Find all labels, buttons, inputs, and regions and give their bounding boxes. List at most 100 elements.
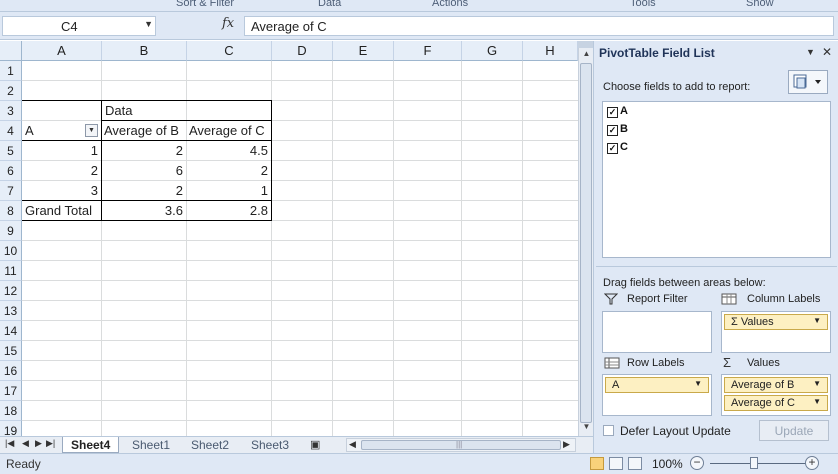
row-header-3[interactable]: 3 xyxy=(0,101,22,121)
column-labels-area[interactable]: Σ Values ▼ xyxy=(721,311,831,353)
checkbox-unchecked-icon[interactable] xyxy=(603,425,614,436)
normal-view-icon[interactable] xyxy=(590,457,604,470)
checkbox-checked-icon[interactable]: ✓ xyxy=(607,107,618,118)
select-all-corner[interactable] xyxy=(0,41,22,61)
row-header-14[interactable]: 14 xyxy=(0,321,22,341)
row-header-10[interactable]: 10 xyxy=(0,241,22,261)
row-header-2[interactable]: 2 xyxy=(0,81,22,101)
pivot-col-header-b[interactable]: Average of B xyxy=(101,121,186,141)
field-layout-button[interactable] xyxy=(788,70,828,94)
pivot-cell-b7[interactable]: 2 xyxy=(101,181,186,201)
row-labels-area[interactable]: A ▼ xyxy=(602,374,712,416)
row-header-19[interactable]: 19 xyxy=(0,421,22,436)
first-sheet-icon[interactable]: |◀ xyxy=(5,438,14,449)
checkbox-checked-icon[interactable]: ✓ xyxy=(607,125,618,136)
row-header-8[interactable]: 8 xyxy=(0,201,22,221)
row-header-15[interactable]: 15 xyxy=(0,341,22,361)
last-sheet-icon[interactable]: ▶| xyxy=(46,438,55,449)
field-item-b[interactable]: ✓ B xyxy=(607,123,628,136)
row-header-6[interactable]: 6 xyxy=(0,161,22,181)
scroll-down-icon[interactable]: ▼ xyxy=(581,422,592,434)
values-area[interactable]: Average of B ▼ Average of C ▼ xyxy=(721,374,831,416)
formula-buttons: fx xyxy=(162,16,242,36)
scroll-up-icon[interactable]: ▲ xyxy=(581,49,592,61)
row-header-16[interactable]: 16 xyxy=(0,361,22,381)
col-header-f[interactable]: F xyxy=(394,41,462,61)
pivot-grand-total-b[interactable]: 3.6 xyxy=(101,201,186,221)
col-header-a[interactable]: A xyxy=(22,41,102,61)
sheet-tab-sheet1[interactable]: Sheet1 xyxy=(124,437,178,453)
sheet-tab-sheet2[interactable]: Sheet2 xyxy=(183,437,237,453)
insert-sheet-icon[interactable]: ▣ xyxy=(310,438,320,451)
update-button[interactable]: Update xyxy=(759,420,829,441)
defer-layout-checkbox[interactable]: Defer Layout Update xyxy=(603,424,731,438)
value-chip-average-c[interactable]: Average of C ▼ xyxy=(724,395,828,411)
value-chip-average-b[interactable]: Average of B ▼ xyxy=(724,377,828,393)
pivot-cell-c5[interactable]: 4.5 xyxy=(186,141,271,161)
row-header-5[interactable]: 5 xyxy=(0,141,22,161)
col-header-g[interactable]: G xyxy=(462,41,523,61)
pane-options-chevron-icon[interactable]: ▼ xyxy=(806,47,815,57)
chevron-down-icon[interactable]: ▼ xyxy=(813,379,821,388)
row-field-chip[interactable]: A ▼ xyxy=(605,377,709,393)
pivot-cell-a6[interactable]: 2 xyxy=(22,161,101,181)
insert-function-icon[interactable]: fx xyxy=(222,16,234,31)
row-header-7[interactable]: 7 xyxy=(0,181,22,201)
zoom-level[interactable]: 100% xyxy=(652,457,683,471)
sheet-tab-sheet3[interactable]: Sheet3 xyxy=(243,437,297,453)
zoom-slider-thumb[interactable] xyxy=(750,457,758,469)
report-filter-area[interactable] xyxy=(602,311,712,353)
row-header-18[interactable]: 18 xyxy=(0,401,22,421)
prev-sheet-icon[interactable]: ◀ xyxy=(22,438,29,449)
field-item-a[interactable]: ✓ A xyxy=(607,105,628,118)
next-sheet-icon[interactable]: ▶ xyxy=(35,438,42,449)
checkbox-checked-icon[interactable]: ✓ xyxy=(607,143,618,154)
col-header-h[interactable]: H xyxy=(523,41,578,61)
name-box[interactable]: C4 ▼ xyxy=(2,16,156,36)
worksheet-grid[interactable]: A B C D E F G H 1 2 3 4 5 6 7 8 9 10 11 … xyxy=(0,41,578,436)
pivot-cell-b6[interactable]: 6 xyxy=(101,161,186,181)
filter-dropdown-icon[interactable]: ▼ xyxy=(85,124,98,137)
vertical-scrollbar[interactable]: ▲ ▼ xyxy=(578,41,593,436)
chevron-down-icon[interactable]: ▼ xyxy=(813,316,821,325)
pivot-grand-total-label[interactable]: Grand Total xyxy=(22,201,101,221)
chevron-down-icon[interactable]: ▼ xyxy=(694,379,702,388)
row-header-12[interactable]: 12 xyxy=(0,281,22,301)
scroll-right-icon[interactable]: ▶ xyxy=(563,439,570,450)
page-layout-view-icon[interactable] xyxy=(609,457,623,470)
scroll-thumb[interactable] xyxy=(580,63,592,423)
pivot-cell-b5[interactable]: 2 xyxy=(101,141,186,161)
row-header-9[interactable]: 9 xyxy=(0,221,22,241)
horizontal-scrollbar[interactable]: ◀ ||| ▶ xyxy=(346,438,576,452)
pivot-data-header[interactable]: Data xyxy=(102,101,187,121)
row-header-4[interactable]: 4 xyxy=(0,121,22,141)
zoom-in-icon[interactable]: + xyxy=(805,456,819,470)
pivot-cell-a5[interactable]: 1 xyxy=(22,141,101,161)
chevron-down-icon[interactable]: ▼ xyxy=(813,397,821,406)
chevron-down-icon[interactable]: ▼ xyxy=(144,19,153,29)
field-item-c[interactable]: ✓ C xyxy=(607,141,628,154)
page-break-view-icon[interactable] xyxy=(628,457,642,470)
scroll-thumb[interactable]: ||| xyxy=(361,440,561,450)
col-header-b[interactable]: B xyxy=(102,41,187,61)
pivot-cell-c6[interactable]: 2 xyxy=(186,161,271,181)
row-header-17[interactable]: 17 xyxy=(0,381,22,401)
row-header-13[interactable]: 13 xyxy=(0,301,22,321)
row-header-11[interactable]: 11 xyxy=(0,261,22,281)
column-values-chip[interactable]: Σ Values ▼ xyxy=(724,314,828,330)
row-header-1[interactable]: 1 xyxy=(0,61,22,81)
col-header-c[interactable]: C xyxy=(187,41,272,61)
col-header-d[interactable]: D xyxy=(272,41,333,61)
zoom-slider-track[interactable] xyxy=(710,463,806,464)
close-icon[interactable]: ✕ xyxy=(822,45,832,59)
split-handle[interactable] xyxy=(578,41,593,48)
pivot-cell-c7[interactable]: 1 xyxy=(186,181,271,201)
pivot-cell-a7[interactable]: 3 xyxy=(22,181,101,201)
pivot-col-header-c[interactable]: Average of C xyxy=(186,121,271,141)
formula-input[interactable]: Average of C xyxy=(244,16,834,36)
zoom-out-icon[interactable]: − xyxy=(690,456,704,470)
sheet-tab-sheet4[interactable]: Sheet4 xyxy=(62,437,120,453)
col-header-e[interactable]: E xyxy=(333,41,394,61)
scroll-left-icon[interactable]: ◀ xyxy=(349,439,356,450)
pivot-grand-total-c[interactable]: 2.8 xyxy=(186,201,271,221)
